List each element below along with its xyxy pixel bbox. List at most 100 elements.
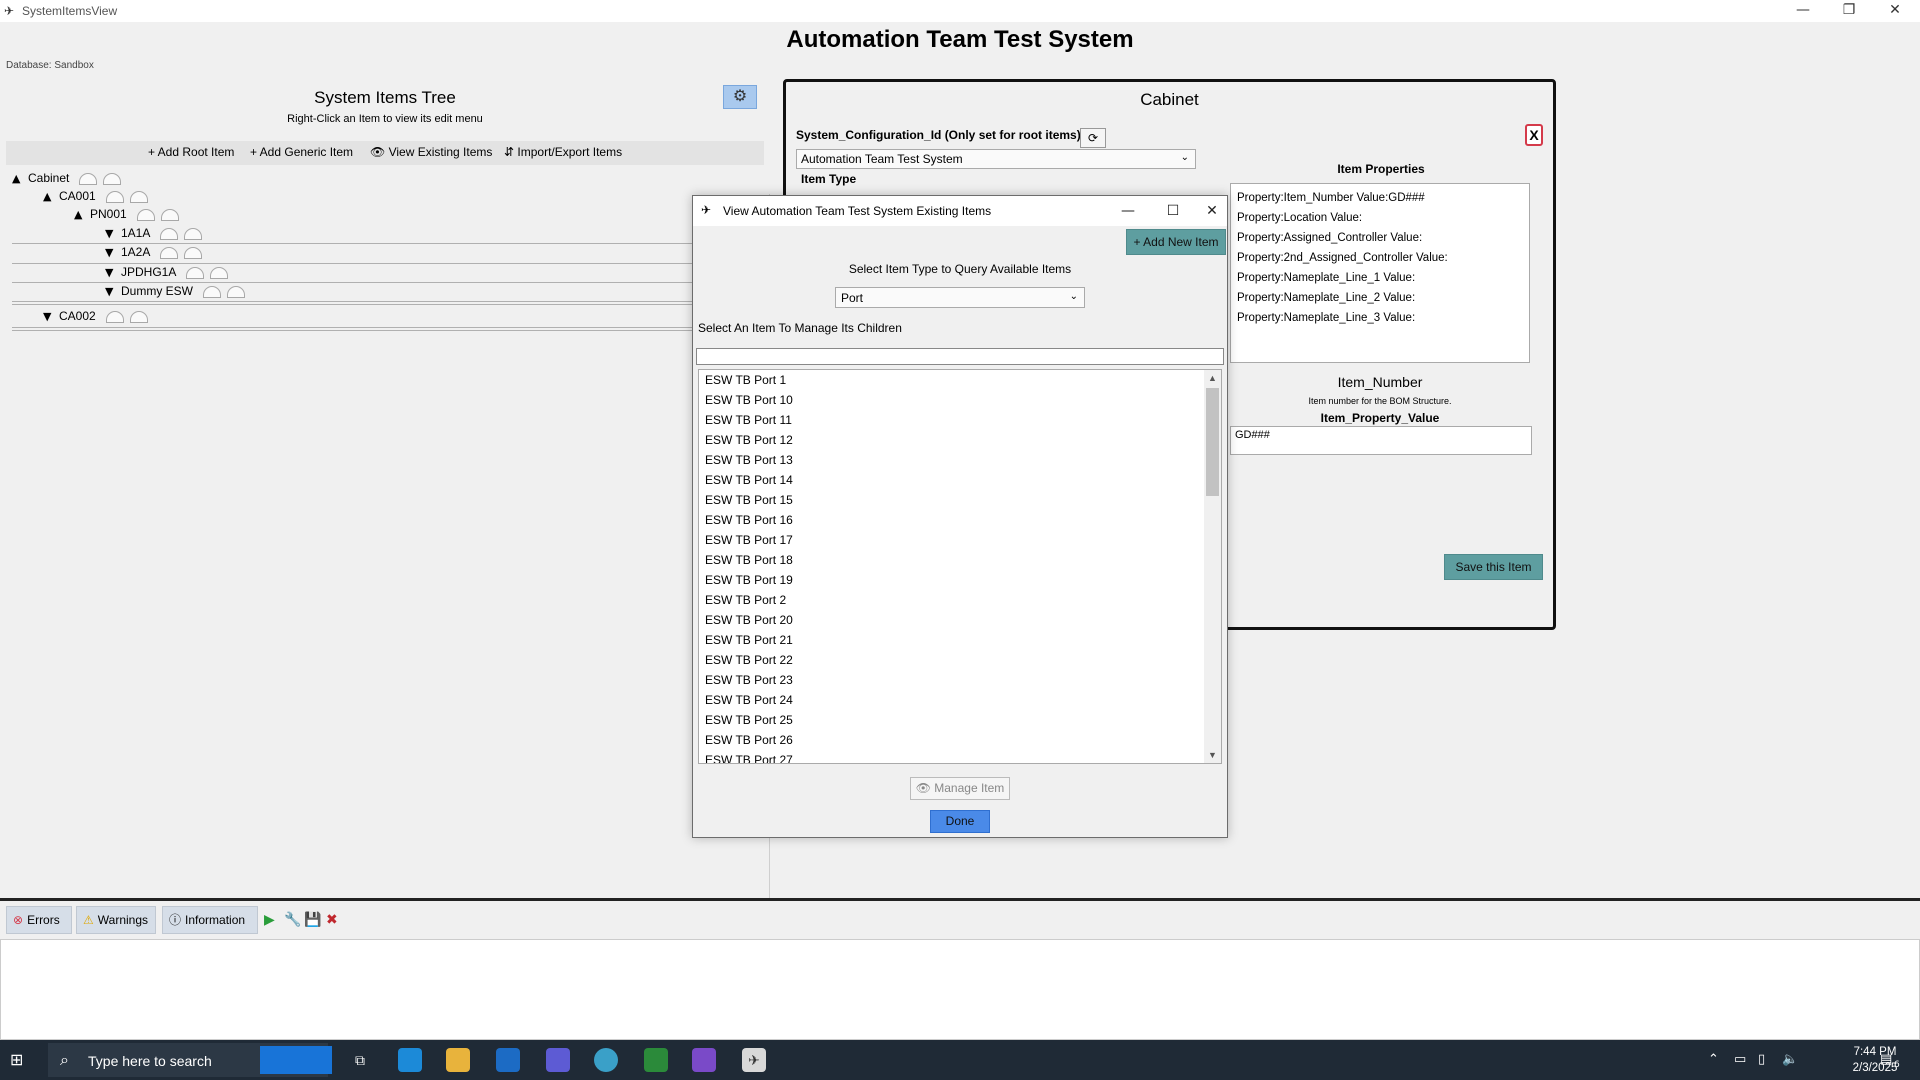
scroll-thumb[interactable] bbox=[1206, 388, 1219, 496]
up-icon[interactable] bbox=[160, 246, 179, 259]
system-items-app-icon[interactable]: ✈ bbox=[742, 1048, 766, 1072]
notification-icon[interactable]: ▤ bbox=[1880, 1052, 1892, 1067]
property-item[interactable]: Property:Item_Number Value:GD### bbox=[1237, 188, 1523, 208]
list-item[interactable]: ESW TB Port 1 bbox=[705, 370, 786, 390]
view-existing-items-button[interactable]: 👁 View Existing Items bbox=[370, 145, 492, 159]
scroll-down-icon[interactable]: ▼ bbox=[1204, 747, 1221, 763]
property-item[interactable]: Property:Assigned_Controller Value: bbox=[1237, 228, 1523, 248]
down-icon[interactable] bbox=[184, 246, 203, 259]
list-item[interactable]: ESW TB Port 14 bbox=[705, 470, 793, 490]
down-icon[interactable] bbox=[227, 285, 245, 298]
chart-app-icon[interactable] bbox=[644, 1048, 668, 1072]
list-item[interactable]: ESW TB Port 15 bbox=[705, 490, 793, 510]
tree-node-ca002[interactable]: ▼ CA002 bbox=[43, 309, 148, 327]
dialog-maximize-button[interactable]: ☐ bbox=[1158, 200, 1188, 222]
scroll-up-icon[interactable]: ▲ bbox=[1204, 370, 1221, 386]
volume-icon[interactable]: 🔈 bbox=[1782, 1052, 1798, 1067]
list-item[interactable]: ESW TB Port 27 bbox=[705, 750, 793, 763]
warnings-tab[interactable]: ⚠ Warnings bbox=[76, 906, 156, 934]
system-config-select[interactable]: Automation Team Test System ⌄ bbox=[796, 149, 1196, 169]
close-panel-button[interactable]: X bbox=[1525, 124, 1543, 146]
item-properties-list[interactable]: Property:Item_Number Value:GD### Propert… bbox=[1230, 183, 1530, 363]
dialog-minimize-button[interactable]: — bbox=[1113, 200, 1143, 222]
dialog-close-button[interactable]: ✕ bbox=[1197, 200, 1227, 222]
list-item[interactable]: ESW TB Port 20 bbox=[705, 610, 793, 630]
expand-arrow-icon[interactable]: ▼ bbox=[105, 246, 121, 259]
tree-node-1a1a[interactable]: ▼ 1A1A bbox=[105, 226, 203, 244]
tray-device-icon[interactable]: ▭ bbox=[1734, 1052, 1746, 1067]
expand-arrow-icon[interactable]: ▲ bbox=[74, 208, 90, 221]
save-icon[interactable]: 💾 bbox=[304, 912, 321, 928]
refresh-button[interactable]: ⟳ bbox=[1080, 128, 1106, 148]
tree-node-1a2a[interactable]: ▼ 1A2A bbox=[105, 245, 203, 263]
items-list[interactable]: ESW TB Port 1 ESW TB Port 10 ESW TB Port… bbox=[698, 369, 1222, 764]
minimize-button[interactable]: — bbox=[1780, 0, 1826, 22]
up-icon[interactable] bbox=[105, 310, 124, 323]
settings-gear-button[interactable]: ⚙ bbox=[723, 85, 757, 109]
import-export-items-button[interactable]: ⇵ Import/Export Items bbox=[504, 145, 622, 159]
tree-node-dummy-esw[interactable]: ▼ Dummy ESW bbox=[105, 284, 245, 302]
list-item[interactable]: ESW TB Port 17 bbox=[705, 530, 793, 550]
expand-arrow-icon[interactable]: ▲ bbox=[12, 172, 28, 185]
list-item[interactable]: ESW TB Port 11 bbox=[705, 410, 792, 430]
list-item[interactable]: ESW TB Port 22 bbox=[705, 650, 793, 670]
item-filter-input[interactable] bbox=[696, 348, 1224, 365]
teams-icon[interactable] bbox=[546, 1048, 570, 1072]
up-icon[interactable] bbox=[105, 190, 124, 203]
clear-icon[interactable]: ✖ bbox=[326, 912, 338, 928]
tree-node-pn001[interactable]: ▲ PN001 bbox=[74, 207, 179, 225]
up-icon[interactable] bbox=[186, 266, 205, 279]
globe-app-icon[interactable] bbox=[594, 1048, 618, 1072]
expand-arrow-icon[interactable]: ▼ bbox=[105, 285, 121, 298]
windows-start-icon[interactable]: ⊞ bbox=[10, 1050, 34, 1070]
add-new-item-button[interactable]: + Add New Item bbox=[1126, 229, 1226, 255]
network-icon[interactable]: ▯ bbox=[1758, 1052, 1765, 1067]
done-button[interactable]: Done bbox=[930, 810, 990, 833]
down-icon[interactable] bbox=[103, 172, 122, 185]
list-item[interactable]: ESW TB Port 10 bbox=[705, 390, 793, 410]
list-item[interactable]: ESW TB Port 19 bbox=[705, 570, 793, 590]
outlook-icon[interactable] bbox=[496, 1048, 520, 1072]
manage-item-button[interactable]: 👁 Manage Item bbox=[910, 777, 1010, 800]
tray-chevron-icon[interactable]: ⌃ bbox=[1708, 1052, 1719, 1067]
property-item[interactable]: Property:Location Value: bbox=[1237, 208, 1523, 228]
property-value-input[interactable]: GD### bbox=[1230, 426, 1532, 455]
property-item[interactable]: Property:2nd_Assigned_Controller Value: bbox=[1237, 248, 1523, 268]
file-explorer-icon[interactable] bbox=[446, 1048, 470, 1072]
down-icon[interactable] bbox=[184, 227, 203, 240]
add-generic-item-button[interactable]: + Add Generic Item bbox=[250, 145, 353, 159]
up-icon[interactable] bbox=[79, 172, 98, 185]
visual-studio-icon[interactable] bbox=[692, 1048, 716, 1072]
expand-arrow-icon[interactable]: ▲ bbox=[43, 190, 59, 203]
list-item[interactable]: ESW TB Port 25 bbox=[705, 710, 793, 730]
information-tab[interactable]: ⓘ Information bbox=[162, 906, 258, 934]
task-view-icon[interactable]: ⧉ bbox=[348, 1048, 372, 1072]
list-item[interactable]: ESW TB Port 12 bbox=[705, 430, 793, 450]
down-icon[interactable] bbox=[129, 310, 148, 323]
up-icon[interactable] bbox=[203, 285, 221, 298]
property-item[interactable]: Property:Nameplate_Line_3 Value: bbox=[1237, 308, 1523, 328]
up-icon[interactable] bbox=[136, 208, 155, 221]
expand-arrow-icon[interactable]: ▼ bbox=[105, 227, 121, 240]
list-scrollbar[interactable]: ▲ ▼ bbox=[1204, 370, 1221, 763]
add-root-item-button[interactable]: + Add Root Item bbox=[148, 145, 234, 159]
property-item[interactable]: Property:Nameplate_Line_2 Value: bbox=[1237, 288, 1523, 308]
expand-arrow-icon[interactable]: ▼ bbox=[43, 310, 59, 323]
list-item[interactable]: ESW TB Port 26 bbox=[705, 730, 793, 750]
item-type-select[interactable]: Port ⌄ bbox=[835, 287, 1085, 308]
tree-node-jpdhg1a[interactable]: ▼ JPDHG1A bbox=[105, 265, 229, 283]
tools-icon[interactable]: 🔧 bbox=[284, 912, 301, 928]
down-icon[interactable] bbox=[210, 266, 229, 279]
up-icon[interactable] bbox=[160, 227, 179, 240]
list-item[interactable]: ESW TB Port 2 bbox=[705, 590, 786, 610]
edge-icon[interactable] bbox=[398, 1048, 422, 1072]
expand-arrow-icon[interactable]: ▼ bbox=[105, 266, 121, 279]
restore-button[interactable]: ❐ bbox=[1826, 0, 1872, 22]
save-item-button[interactable]: Save this Item bbox=[1444, 554, 1543, 580]
down-icon[interactable] bbox=[129, 190, 148, 203]
list-item[interactable]: ESW TB Port 13 bbox=[705, 450, 793, 470]
list-item[interactable]: ESW TB Port 24 bbox=[705, 690, 793, 710]
list-item[interactable]: ESW TB Port 21 bbox=[705, 630, 793, 650]
down-icon[interactable] bbox=[160, 208, 179, 221]
run-icon[interactable]: ▶ bbox=[264, 912, 275, 928]
